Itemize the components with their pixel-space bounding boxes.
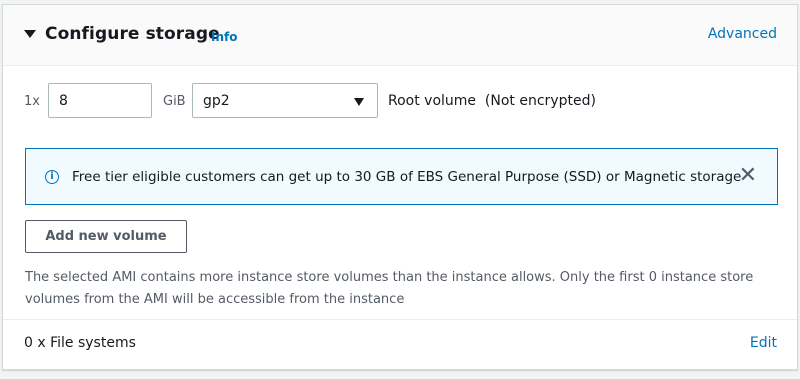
volume-type-select[interactable]: gp2 <box>192 83 378 118</box>
volume-size-input[interactable] <box>48 83 152 118</box>
instance-store-note: The selected AMI contains more instance … <box>25 270 754 307</box>
caret-down-icon[interactable] <box>24 30 36 38</box>
root-volume-description: Root volume (Not encrypted) <box>388 93 596 109</box>
info-link[interactable]: Info <box>211 30 237 44</box>
section-title: Configure storage <box>45 24 220 44</box>
volume-size-unit: GiB <box>163 94 186 109</box>
free-tier-alert: i Free tier eligible customers can get u… <box>25 148 778 205</box>
alert-message: Free tier eligible customers can get up … <box>72 169 742 185</box>
close-icon[interactable]: ✕ <box>739 162 757 190</box>
volume-quantity-label: 1x <box>24 94 40 109</box>
file-systems-label: 0 x File systems <box>24 335 136 351</box>
root-volume-row: 1x GiB gp2 Root volume (Not encrypted) <box>3 83 797 119</box>
advanced-link[interactable]: Advanced <box>708 26 777 42</box>
dropdown-arrow-icon <box>354 98 364 106</box>
configure-storage-panel: Configure storage Info Advanced 1x GiB g… <box>2 4 798 370</box>
volume-type-value: gp2 <box>203 93 230 109</box>
add-new-volume-button[interactable]: Add new volume <box>25 220 187 253</box>
info-icon: i <box>45 170 59 184</box>
panel-header: Configure storage Info Advanced <box>3 5 797 66</box>
edit-file-systems-link[interactable]: Edit <box>750 335 777 351</box>
divider <box>3 319 797 320</box>
